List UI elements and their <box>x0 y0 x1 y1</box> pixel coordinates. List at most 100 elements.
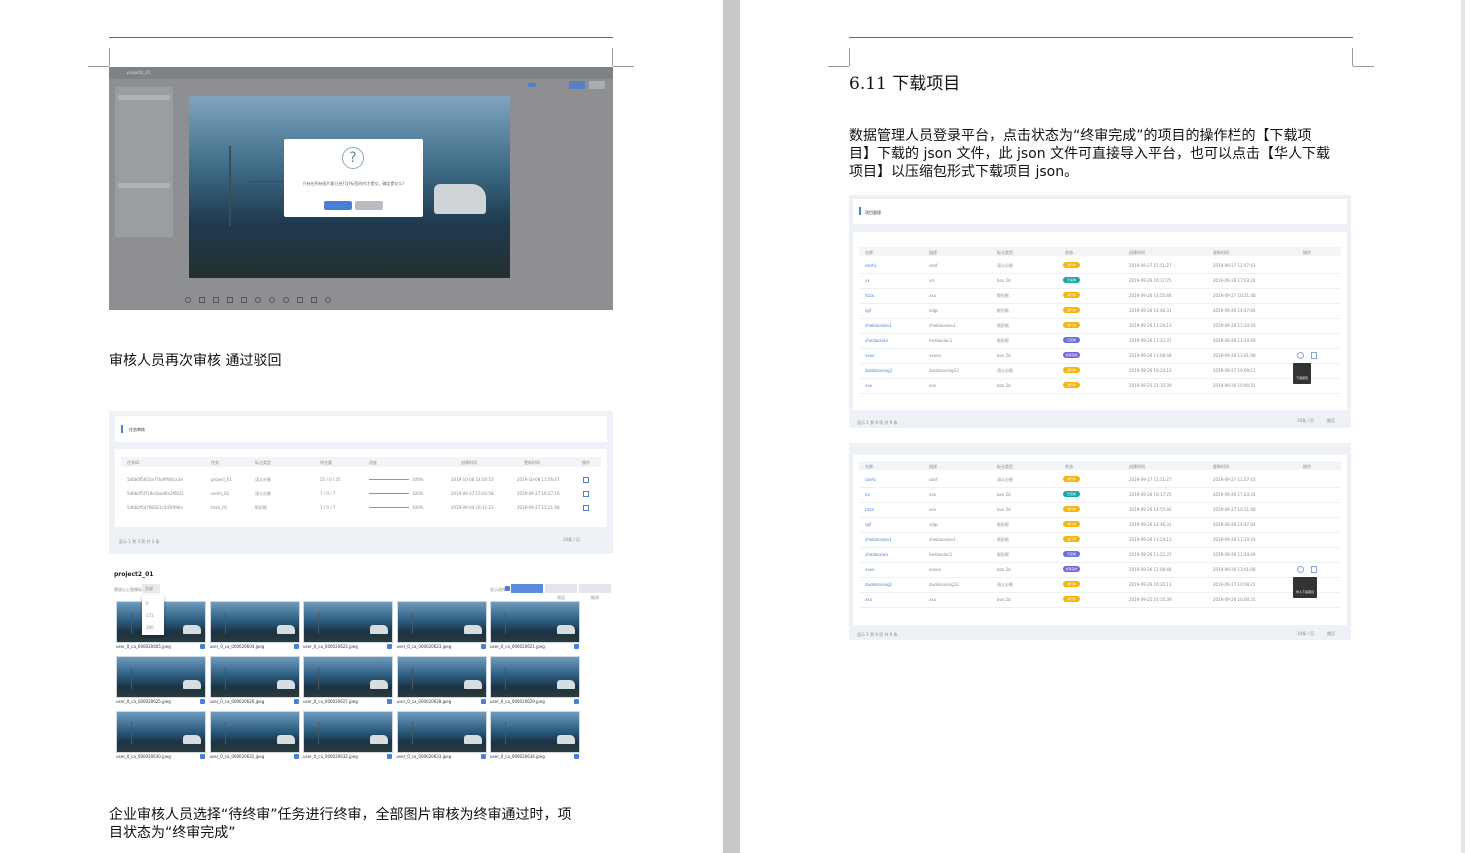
project-name-link[interactable]: sanfu <box>865 477 876 482</box>
image-checkbox[interactable] <box>574 754 579 759</box>
image-thumbnail[interactable] <box>396 601 487 643</box>
screenshot-image-review: project2_01 筛选以上图像标注 全部 0 172 300 显示选择 确… <box>109 568 613 763</box>
table-row: sanfu sanf 语义分割 进行中 2019-09-27 15:51:27 2019-… <box>853 472 1347 487</box>
image-filename: user_0_ca_000020632.jpeg <box>303 754 358 759</box>
image-checkbox[interactable] <box>387 699 392 704</box>
project-desc: sdgs <box>929 522 939 527</box>
toggle-checkbox[interactable] <box>505 586 510 591</box>
project-type: 语义分割 <box>997 263 1013 268</box>
image-checkbox[interactable] <box>293 754 299 759</box>
project-name-link[interactable]: xxxx <box>865 567 874 572</box>
project-name-link[interactable]: chedaoxian <box>865 552 888 557</box>
project-name-link[interactable]: sanfu <box>865 263 876 268</box>
project-name-link[interactable]: sgf <box>865 522 871 527</box>
image-checkbox[interactable] <box>293 644 299 649</box>
project-desc: duobianxing12 <box>929 582 959 587</box>
image-filename: user_0_ca_000020622.jpeg <box>303 644 358 649</box>
dropdown-option[interactable]: 0 <box>146 601 149 606</box>
image-checkbox[interactable] <box>387 644 392 649</box>
image-thumbnail[interactable] <box>209 601 300 643</box>
image-filename: user_0_ca_000020604.jpeg <box>209 644 265 649</box>
filter-select[interactable]: 全部 <box>142 584 160 593</box>
pager-goto[interactable]: 跳至 <box>1327 418 1335 423</box>
project-name-link[interactable]: chebiaoxian1 <box>865 537 892 542</box>
project-name-link[interactable]: hzzx <box>865 507 874 512</box>
image-checkbox[interactable] <box>200 699 205 704</box>
image-car <box>370 680 388 689</box>
paragraph-line-3: 项目】以压缩包形式下载项目 json。 <box>849 164 1079 180</box>
approve-button[interactable]: 确定 <box>511 584 543 600</box>
review-icon[interactable] <box>583 491 589 497</box>
image-pole <box>224 612 226 634</box>
project-name-link[interactable]: xxx <box>865 597 872 602</box>
column-header: 更新时间 <box>1213 464 1229 469</box>
download-icon[interactable] <box>1297 566 1304 573</box>
review-icon[interactable] <box>583 505 589 511</box>
pager-size[interactable]: 10条 / 页 <box>1297 418 1314 423</box>
image-checkbox[interactable] <box>200 754 205 759</box>
project-name-link[interactable]: xx <box>865 278 870 283</box>
review-icon[interactable] <box>583 477 589 483</box>
status-badge: 已完成 <box>1063 491 1080 497</box>
column-header: 描述 <box>929 464 937 469</box>
image-thumbnail[interactable] <box>396 711 487 753</box>
project-name-link[interactable]: hzzx <box>865 293 874 298</box>
download-file-icon[interactable] <box>1311 566 1317 573</box>
table-row: xxx xxx box 2d 进行中 2019-09-25 21:15:39 2019-0… <box>853 378 1347 393</box>
image-checkbox[interactable] <box>480 644 486 649</box>
project-name-link[interactable]: chedaoxian <box>865 338 888 343</box>
left-corner-mark <box>613 66 634 67</box>
image-thumbnail[interactable] <box>396 656 487 698</box>
project-name-link[interactable]: duobianxing1 <box>865 368 892 373</box>
cancel-button[interactable]: 取消 <box>579 584 611 600</box>
image-checkbox[interactable] <box>293 699 299 704</box>
image-thumbnail[interactable] <box>490 656 580 698</box>
project-type: 矩形框 <box>997 308 1009 313</box>
image-checkbox[interactable] <box>480 754 486 759</box>
updated-time: 2019-09-26 17:03:24 <box>1213 278 1256 283</box>
download-icon[interactable] <box>1297 352 1304 359</box>
image-thumbnail[interactable] <box>116 656 206 698</box>
dropdown-option[interactable]: 172 <box>146 613 154 618</box>
image-checkbox[interactable] <box>480 699 486 704</box>
dropdown-option[interactable]: 300 <box>146 625 154 630</box>
pager-goto[interactable]: 跳至 <box>1327 631 1335 636</box>
created-time: 2019-09-26 14:46:31 <box>1129 308 1172 313</box>
project-name-link[interactable]: chebiaoxian1 <box>865 323 892 328</box>
project-name-link[interactable]: duobianxing1 <box>865 582 892 587</box>
image-thumbnail[interactable] <box>209 711 300 753</box>
footer-total: 显示 1 到 3 项 共 3 条 <box>119 539 160 544</box>
project-name-link[interactable]: xxxx <box>865 353 874 358</box>
image-thumbnail[interactable] <box>116 711 206 753</box>
download-file-icon[interactable] <box>1311 352 1317 359</box>
scrollbar-track[interactable] <box>1461 0 1465 853</box>
project-name-link[interactable]: sgf <box>865 308 871 313</box>
column-header: 更新时间 <box>1213 250 1229 255</box>
progress-bar <box>369 507 409 508</box>
dialog-cancel-button[interactable]: 取消 <box>355 201 383 217</box>
created-time: 2019-09-26 14:46:31 <box>1129 522 1172 527</box>
image-thumbnail[interactable] <box>490 601 580 643</box>
reject-button[interactable]: 驳回 <box>545 584 577 600</box>
pager-size[interactable]: 10条 / 页 <box>563 537 580 542</box>
project-name-link[interactable]: xx <box>865 492 870 497</box>
image-checkbox[interactable] <box>200 644 205 649</box>
image-thumbnail[interactable] <box>490 711 580 753</box>
pager-size[interactable]: 10条 / 页 <box>1297 631 1314 636</box>
image-checkbox[interactable] <box>387 754 392 759</box>
image-checkbox[interactable] <box>574 644 579 649</box>
status-badge: 进行中 <box>1063 322 1080 328</box>
image-thumbnail[interactable] <box>303 711 393 753</box>
project-title: project2_01 <box>127 70 151 75</box>
status-badge: 进行中 <box>1063 382 1080 388</box>
project-type: box 2d <box>997 567 1011 572</box>
project-name-link[interactable]: xxx <box>865 383 872 388</box>
image-checkbox[interactable] <box>574 699 579 704</box>
image-thumbnail[interactable] <box>209 656 300 698</box>
status-badge: 终审完成 <box>1063 566 1080 572</box>
updated-time: 2019-09-26 10:00:31 <box>1213 383 1256 388</box>
image-thumbnail[interactable] <box>303 601 393 643</box>
dialog-confirm-button[interactable]: 确定 <box>324 201 352 217</box>
image-car <box>183 735 201 744</box>
image-thumbnail[interactable] <box>303 656 393 698</box>
